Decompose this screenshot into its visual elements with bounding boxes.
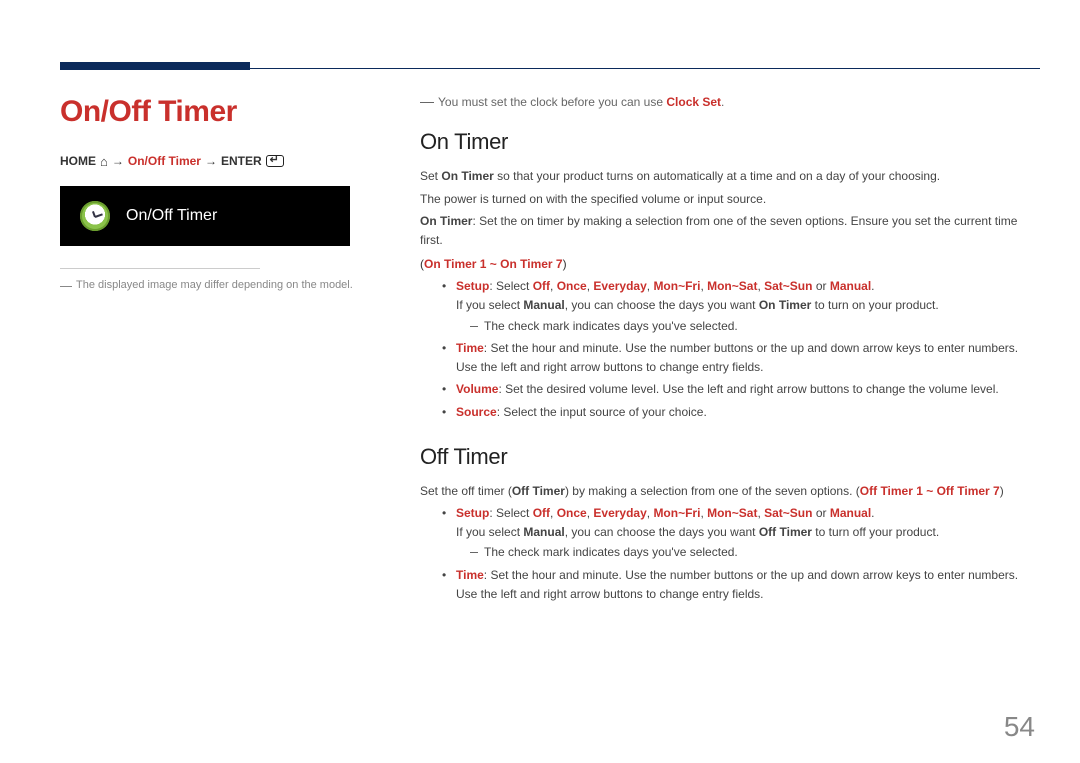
opt: Sat~Sun bbox=[764, 279, 812, 293]
text: to turn off your product. bbox=[812, 525, 939, 539]
text: : Select bbox=[489, 279, 532, 293]
footnote: The displayed image may differ depending… bbox=[60, 279, 390, 291]
clock-icon bbox=[80, 201, 110, 231]
page-number: 54 bbox=[1004, 711, 1035, 743]
breadcrumb-path: On/Off Timer bbox=[128, 154, 201, 168]
opt: Manual bbox=[830, 506, 871, 520]
text: : Select the input source of your choice… bbox=[497, 405, 707, 419]
opt: Once bbox=[557, 506, 587, 520]
opt: Sat~Sun bbox=[764, 506, 812, 520]
dash-icon bbox=[470, 326, 478, 327]
text: : Set the desired volume level. Use the … bbox=[498, 382, 998, 396]
text: If you select bbox=[456, 298, 523, 312]
off-timer-heading: Off Timer bbox=[420, 444, 1040, 470]
note-pre: You must set the clock before you can us… bbox=[438, 95, 666, 109]
breadcrumb-home: HOME bbox=[60, 154, 96, 168]
off-timer-p1: Set the off timer (Off Timer) by making … bbox=[420, 482, 1040, 501]
lead: Source bbox=[456, 405, 497, 419]
bold: On Timer bbox=[420, 214, 472, 228]
on-timer-p2: The power is turned on with the specifie… bbox=[420, 190, 1040, 209]
bold: Manual bbox=[523, 525, 564, 539]
opt: Once bbox=[557, 279, 587, 293]
text: Set the off timer ( bbox=[420, 484, 512, 498]
ui-screenshot: On/Off Timer bbox=[60, 186, 350, 246]
opt: Off bbox=[533, 279, 550, 293]
left-column: On/Off Timer HOME ⌂ → On/Off Timer → ENT… bbox=[60, 95, 420, 625]
clock-set-note: You must set the clock before you can us… bbox=[420, 95, 1040, 109]
text: : Select bbox=[489, 506, 532, 520]
footnote-text: The displayed image may differ depending… bbox=[76, 279, 353, 291]
breadcrumb-arrow: → bbox=[112, 154, 124, 168]
breadcrumb-enter: ENTER bbox=[221, 154, 262, 168]
enter-icon bbox=[266, 155, 284, 167]
dash-icon bbox=[420, 102, 434, 103]
text: : Set the hour and minute. Use the numbe… bbox=[456, 341, 1018, 374]
off-timer-list: Setup: Select Off, Once, Everyday, Mon~F… bbox=[442, 504, 1040, 603]
range-text: On Timer 1 ~ On Timer 7 bbox=[424, 257, 563, 271]
sub-text: The check mark indicates days you've sel… bbox=[484, 543, 738, 562]
list-item-volume: Volume: Set the desired volume level. Us… bbox=[442, 380, 1040, 399]
columns: On/Off Timer HOME ⌂ → On/Off Timer → ENT… bbox=[60, 95, 1040, 625]
text: , you can choose the days you want bbox=[565, 525, 759, 539]
on-timer-range: (On Timer 1 ~ On Timer 7) bbox=[420, 257, 1040, 271]
bold: Off Timer bbox=[512, 484, 565, 498]
text: to turn on your product. bbox=[811, 298, 938, 312]
opt: Mon~Sat bbox=[707, 506, 757, 520]
text: : Set the on timer by making a selection… bbox=[420, 214, 1017, 247]
lead: Time bbox=[456, 341, 484, 355]
opt: Off bbox=[533, 506, 550, 520]
text: ) by making a selection from one of the … bbox=[565, 484, 860, 498]
list-item-setup: Setup: Select Off, Once, Everyday, Mon~F… bbox=[442, 504, 1040, 562]
note-text: You must set the clock before you can us… bbox=[438, 95, 724, 109]
note-post: . bbox=[721, 95, 724, 109]
page-title: On/Off Timer bbox=[60, 95, 390, 129]
text: so that your product turns on automatica… bbox=[494, 169, 940, 183]
bold: On Timer bbox=[441, 169, 493, 183]
text: . bbox=[871, 506, 874, 520]
page: On/Off Timer HOME ⌂ → On/Off Timer → ENT… bbox=[0, 0, 1080, 763]
text: . bbox=[871, 279, 874, 293]
opt: Everyday bbox=[593, 506, 646, 520]
bold: Off Timer bbox=[759, 525, 812, 539]
header-rule bbox=[60, 68, 1040, 69]
bold: Manual bbox=[523, 298, 564, 312]
text: : Set the hour and minute. Use the numbe… bbox=[456, 568, 1018, 601]
lead: Setup bbox=[456, 506, 489, 520]
on-timer-p3: On Timer: Set the on timer by making a s… bbox=[420, 212, 1040, 249]
opt: Everyday bbox=[593, 279, 646, 293]
opt: Mon~Fri bbox=[653, 506, 700, 520]
right-column: You must set the clock before you can us… bbox=[420, 95, 1040, 625]
screenshot-label: On/Off Timer bbox=[126, 207, 217, 225]
opt: Mon~Sat bbox=[707, 279, 757, 293]
divider bbox=[60, 268, 260, 269]
text: , you can choose the days you want bbox=[565, 298, 759, 312]
list-item-time: Time: Set the hour and minute. Use the n… bbox=[442, 339, 1040, 376]
on-timer-p1: Set On Timer so that your product turns … bbox=[420, 167, 1040, 186]
text: ) bbox=[1000, 484, 1004, 498]
text: Set bbox=[420, 169, 441, 183]
home-icon: ⌂ bbox=[100, 155, 108, 168]
on-timer-heading: On Timer bbox=[420, 129, 1040, 155]
opt: Mon~Fri bbox=[653, 279, 700, 293]
sub-note: The check mark indicates days you've sel… bbox=[470, 317, 1040, 336]
breadcrumb: HOME ⌂ → On/Off Timer → ENTER bbox=[60, 154, 390, 168]
breadcrumb-arrow: → bbox=[205, 154, 217, 168]
opt: Manual bbox=[830, 279, 871, 293]
list-item-setup: Setup: Select Off, Once, Everyday, Mon~F… bbox=[442, 277, 1040, 335]
note-bold: Clock Set bbox=[666, 95, 721, 109]
lead: Volume bbox=[456, 382, 498, 396]
range-text: Off Timer 1 ~ Off Timer 7 bbox=[860, 484, 1000, 498]
on-timer-list: Setup: Select Off, Once, Everyday, Mon~F… bbox=[442, 277, 1040, 421]
sub-text: The check mark indicates days you've sel… bbox=[484, 317, 738, 336]
bold: On Timer bbox=[759, 298, 811, 312]
dash-icon bbox=[60, 286, 72, 287]
text: If you select bbox=[456, 525, 523, 539]
list-item-time: Time: Set the hour and minute. Use the n… bbox=[442, 566, 1040, 603]
lead: Setup bbox=[456, 279, 489, 293]
lead: Time bbox=[456, 568, 484, 582]
dash-icon bbox=[470, 552, 478, 553]
list-item-source: Source: Select the input source of your … bbox=[442, 403, 1040, 422]
sub-note: The check mark indicates days you've sel… bbox=[470, 543, 1040, 562]
